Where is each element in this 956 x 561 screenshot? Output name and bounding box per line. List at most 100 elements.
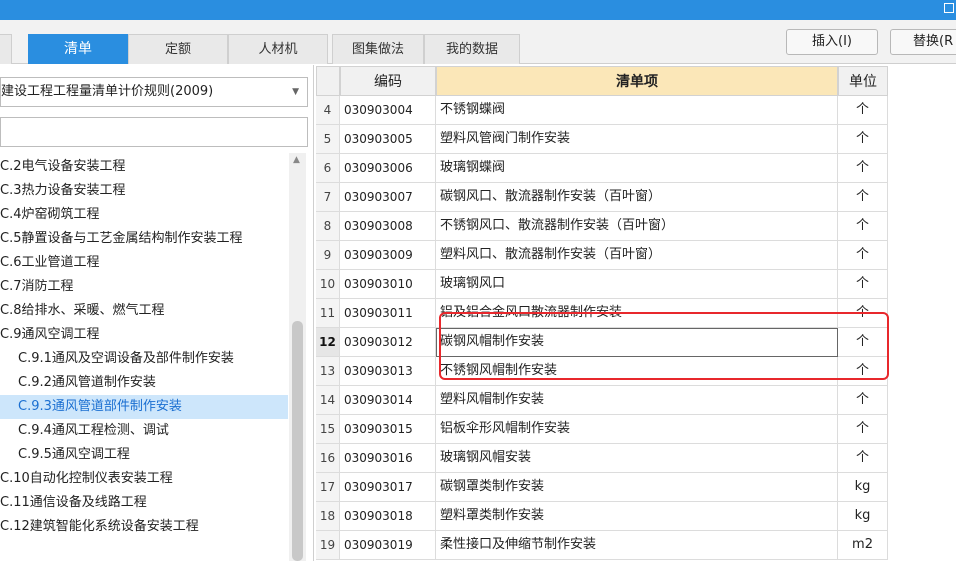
tree-scrollbar[interactable]: ▲ <box>289 153 306 561</box>
row-number[interactable]: 8 <box>316 212 340 241</box>
replace-button[interactable]: 替换(R <box>890 29 956 55</box>
item-code[interactable]: 030903008 <box>340 212 436 241</box>
tree-item[interactable]: C.4炉窑砌筑工程 <box>0 203 288 227</box>
row-number[interactable]: 16 <box>316 444 340 473</box>
item-unit[interactable]: 个 <box>838 270 888 299</box>
item-code[interactable]: 030903019 <box>340 531 436 560</box>
table-row[interactable]: 18 030903018 塑料罩类制作安装 kg <box>316 502 888 531</box>
insert-button[interactable]: 插入(I) <box>786 29 878 55</box>
item-code[interactable]: 030903004 <box>340 96 436 125</box>
tree-item[interactable]: C.6工业管道工程 <box>0 251 288 275</box>
tab-quota[interactable]: 定额 <box>128 34 228 64</box>
item-unit[interactable]: 个 <box>838 386 888 415</box>
row-number[interactable]: 5 <box>316 125 340 154</box>
item-name[interactable]: 不锈钢风口、散流器制作安装（百叶窗） <box>436 212 838 241</box>
table-row[interactable]: 15 030903015 铝板伞形风帽制作安装个 <box>316 415 888 444</box>
item-name[interactable]: 玻璃钢蝶阀 <box>436 154 838 183</box>
row-number[interactable]: 7 <box>316 183 340 212</box>
row-number[interactable]: 4 <box>316 96 340 125</box>
item-code[interactable]: 030903018 <box>340 502 436 531</box>
item-code[interactable]: 030903010 <box>340 270 436 299</box>
item-name[interactable]: 塑料风帽制作安装 <box>436 386 838 415</box>
chevron-down-icon[interactable]: ▼ <box>292 78 299 106</box>
table-row[interactable]: 14 030903014 塑料风帽制作安装个 <box>316 386 888 415</box>
row-number[interactable]: 9 <box>316 241 340 270</box>
table-row[interactable]: 5 030903005 塑料风管阀门制作安装个 <box>316 125 888 154</box>
item-unit[interactable]: 个 <box>838 212 888 241</box>
item-unit[interactable]: kg <box>838 473 888 502</box>
tree-item[interactable]: C.9通风空调工程 <box>0 323 288 347</box>
item-unit[interactable]: 个 <box>838 154 888 183</box>
item-unit[interactable]: 个 <box>838 444 888 473</box>
item-name[interactable]: 塑料罩类制作安装 <box>436 502 838 531</box>
table-row[interactable]: 8 030903008 不锈钢风口、散流器制作安装（百叶窗）个 <box>316 212 888 241</box>
row-number[interactable]: 17 <box>316 473 340 502</box>
table-row[interactable]: 17 030903017 碳钢罩类制作安装 kg <box>316 473 888 502</box>
row-number[interactable]: 11 <box>316 299 340 328</box>
row-number[interactable]: 13 <box>316 357 340 386</box>
item-unit[interactable]: m2 <box>838 531 888 560</box>
item-code[interactable]: 030903006 <box>340 154 436 183</box>
table-row[interactable]: 9 030903009 塑料风口、散流器制作安装（百叶窗）个 <box>316 241 888 270</box>
tree-item[interactable]: C.9.4通风工程检测、调试 <box>0 419 288 443</box>
item-code[interactable]: 030903009 <box>340 241 436 270</box>
scrollbar-thumb[interactable] <box>292 321 303 561</box>
tree-item[interactable]: C.3热力设备安装工程 <box>0 179 288 203</box>
header-unit[interactable]: 单位 <box>838 66 888 96</box>
row-number[interactable]: 12 <box>316 328 340 357</box>
item-unit[interactable]: 个 <box>838 415 888 444</box>
restore-window-icon[interactable] <box>944 3 954 13</box>
item-unit[interactable]: kg <box>838 502 888 531</box>
header-code[interactable]: 编码 <box>340 66 436 96</box>
item-code[interactable]: 030903005 <box>340 125 436 154</box>
tree-item[interactable]: C.10自动化控制仪表安装工程 <box>0 467 288 491</box>
item-code[interactable]: 030903015 <box>340 415 436 444</box>
tree-item[interactable]: C.8给排水、采暖、燃气工程 <box>0 299 288 323</box>
table-row[interactable]: 16 030903016 玻璃钢风帽安装个 <box>316 444 888 473</box>
item-unit[interactable]: 个 <box>838 183 888 212</box>
search-input[interactable] <box>0 117 308 147</box>
table-row[interactable]: 7 030903007 碳钢风口、散流器制作安装（百叶窗）个 <box>316 183 888 212</box>
tab-bill-items[interactable]: 清单 <box>28 34 128 64</box>
tree-item[interactable]: C.9.2通风管道制作安装 <box>0 371 288 395</box>
item-code[interactable]: 030903011 <box>340 299 436 328</box>
item-name[interactable]: 塑料风口、散流器制作安装（百叶窗） <box>436 241 838 270</box>
item-unit[interactable]: 个 <box>838 96 888 125</box>
tree-item[interactable]: C.9.3通风管道部件制作安装 <box>0 395 288 419</box>
item-unit[interactable]: 个 <box>838 241 888 270</box>
tree-item[interactable]: C.11通信设备及线路工程 <box>0 491 288 515</box>
rule-select[interactable]: 建设工程工程量清单计价规则(2009) ▼ <box>0 77 308 107</box>
item-code[interactable]: 030903014 <box>340 386 436 415</box>
table-row[interactable]: 4 030903004 不锈钢蝶阀个 <box>316 96 888 125</box>
row-number[interactable]: 18 <box>316 502 340 531</box>
item-code[interactable]: 030903016 <box>340 444 436 473</box>
item-name[interactable]: 柔性接口及伸缩节制作安装 <box>436 531 838 560</box>
header-bill-item[interactable]: 清单项 <box>436 66 838 96</box>
item-name[interactable]: 玻璃钢风口 <box>436 270 838 299</box>
tab-labor-material-machine[interactable]: 人材机 <box>228 34 328 64</box>
row-number[interactable]: 14 <box>316 386 340 415</box>
item-code[interactable]: 030903012 <box>340 328 436 357</box>
tree-item[interactable]: C.9.5通风空调工程 <box>0 443 288 467</box>
item-name[interactable]: 碳钢罩类制作安装 <box>436 473 838 502</box>
tree-item[interactable]: C.5静置设备与工艺金属结构制作安装工程 <box>0 227 288 251</box>
item-name[interactable]: 塑料风管阀门制作安装 <box>436 125 838 154</box>
tree-item[interactable]: C.12建筑智能化系统设备安装工程 <box>0 515 288 539</box>
tree-item[interactable]: C.9.1通风及空调设备及部件制作安装 <box>0 347 288 371</box>
item-code[interactable]: 030903013 <box>340 357 436 386</box>
item-name[interactable]: 碳钢风口、散流器制作安装（百叶窗） <box>436 183 838 212</box>
item-name[interactable]: 铝板伞形风帽制作安装 <box>436 415 838 444</box>
item-code[interactable]: 030903007 <box>340 183 436 212</box>
table-row[interactable]: 6 030903006 玻璃钢蝶阀个 <box>316 154 888 183</box>
item-name[interactable]: 不锈钢蝶阀 <box>436 96 838 125</box>
tab-my-data[interactable]: 我的数据 <box>424 34 520 64</box>
scroll-up-icon[interactable]: ▲ <box>293 155 300 165</box>
item-unit[interactable]: 个 <box>838 125 888 154</box>
item-code[interactable]: 030903017 <box>340 473 436 502</box>
tab-partial[interactable] <box>0 34 12 64</box>
item-name[interactable]: 玻璃钢风帽安装 <box>436 444 838 473</box>
row-number[interactable]: 15 <box>316 415 340 444</box>
row-number[interactable]: 6 <box>316 154 340 183</box>
tree-item[interactable]: C.7消防工程 <box>0 275 288 299</box>
row-number[interactable]: 10 <box>316 270 340 299</box>
